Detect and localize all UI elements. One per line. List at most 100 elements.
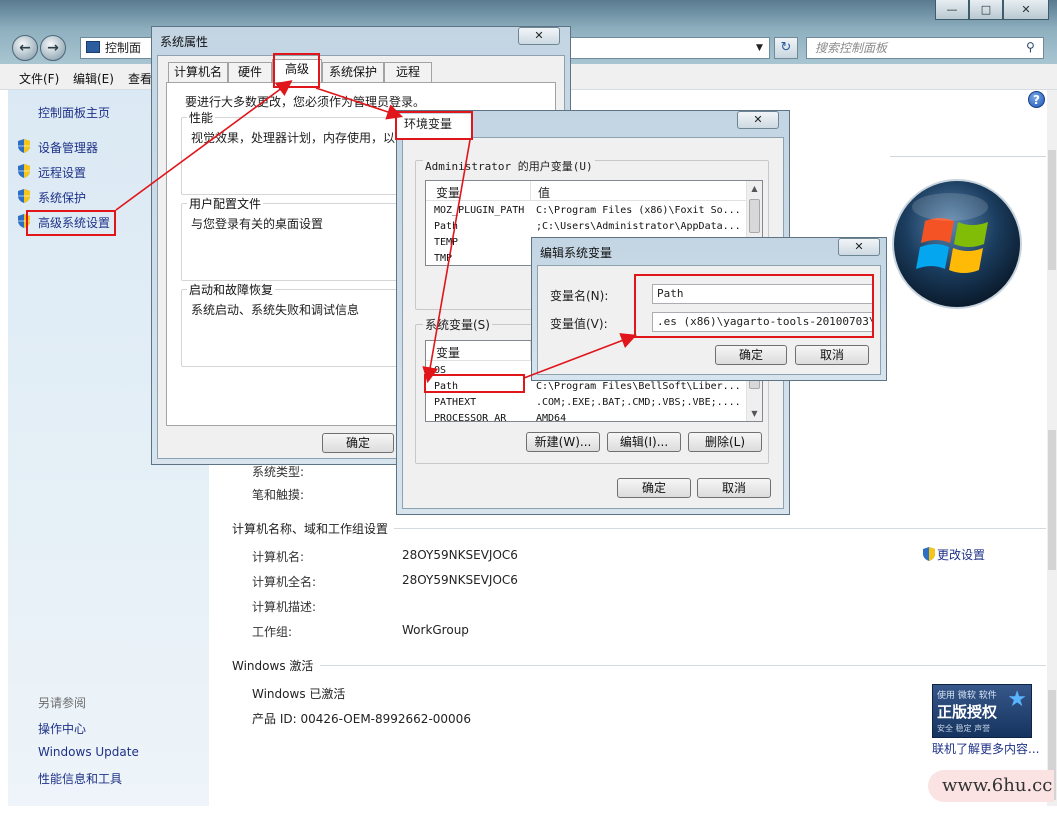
new-button[interactable]: 新建(W)... bbox=[526, 432, 600, 452]
var-name: TEMP bbox=[434, 237, 459, 248]
workgroup-value: WorkGroup bbox=[402, 623, 469, 637]
var-value: C:\Program Files (x86)\Foxit So... bbox=[536, 205, 741, 216]
menu-edit[interactable]: 编辑(E) bbox=[73, 70, 114, 87]
close-button[interactable]: ✕ bbox=[737, 111, 779, 129]
menu-view[interactable]: 查看 bbox=[128, 70, 152, 87]
variable-value-input[interactable]: .es (x86)\yagarto-tools-20100703\bin bbox=[652, 312, 874, 332]
scrollbar-thumb[interactable] bbox=[749, 199, 760, 233]
back-button[interactable]: ← bbox=[12, 35, 38, 61]
workgroup-label: 工作组: bbox=[252, 625, 293, 639]
close-button[interactable]: ✕ bbox=[1003, 0, 1049, 20]
help-icon[interactable]: ? bbox=[1028, 91, 1045, 108]
var-name: OS bbox=[434, 365, 447, 376]
action-center-link[interactable]: 操作中心 bbox=[38, 720, 86, 737]
search-placeholder: 搜索控制面板 bbox=[815, 41, 888, 55]
var-value: C:\Program Files\BellSoft\Liber... bbox=[536, 381, 741, 392]
tab-hardware[interactable]: 硬件 bbox=[228, 62, 272, 82]
genuine-badge-top: 使用 微软 软件 bbox=[937, 691, 997, 701]
dialog-body: 变量名(N): Path 变量值(V): .es (x86)\yagarto-t… bbox=[537, 265, 881, 375]
var-name: Path bbox=[434, 221, 459, 232]
advanced-system-settings-link[interactable]: 高级系统设置 bbox=[38, 214, 110, 231]
list-row[interactable]: PROCESSOR_AR AMD64 bbox=[426, 411, 762, 422]
search-icon[interactable]: ⚲ bbox=[1026, 40, 1035, 54]
forward-button[interactable]: → bbox=[40, 35, 66, 61]
column-value[interactable]: 值 bbox=[538, 184, 550, 201]
var-name: MOZ_PLUGIN_PATH bbox=[434, 205, 525, 216]
close-button[interactable]: ✕ bbox=[518, 27, 560, 45]
computer-description-label: 计算机描述: bbox=[252, 600, 317, 614]
pen-touch-label: 笔和触摸: bbox=[252, 488, 305, 502]
list-row[interactable]: Path C:\Program Files\BellSoft\Liber... bbox=[426, 379, 762, 395]
computer-fullname-label: 计算机全名: bbox=[252, 575, 317, 589]
tab-advanced[interactable]: 高级 bbox=[272, 59, 322, 82]
change-settings-link[interactable]: 更改设置 bbox=[937, 546, 985, 563]
var-name: TMP bbox=[434, 253, 453, 264]
environment-variables-button[interactable]: 环境变量 bbox=[396, 114, 472, 138]
var-name: PATHEXT bbox=[434, 397, 477, 408]
divider bbox=[320, 665, 1046, 666]
learn-more-link[interactable]: 联机了解更多内容... bbox=[932, 740, 1039, 757]
ok-button[interactable]: 确定 bbox=[715, 345, 787, 365]
star-icon: ★ bbox=[1007, 687, 1027, 712]
scrollbar-thumb[interactable] bbox=[1048, 430, 1056, 570]
tab-system-protection[interactable]: 系统保护 bbox=[322, 62, 384, 82]
vertical-scrollbar[interactable] bbox=[1047, 90, 1057, 806]
divider bbox=[394, 528, 1046, 529]
tab-remote[interactable]: 远程 bbox=[384, 62, 432, 82]
shield-icon bbox=[16, 138, 32, 154]
list-row[interactable]: MOZ_PLUGIN_PATH C:\Program Files (x86)\F… bbox=[426, 203, 762, 219]
computer-name-value: 28OY59NKSEVJOC6 bbox=[402, 548, 518, 562]
scroll-up-icon[interactable]: ▲ bbox=[747, 181, 762, 196]
maximize-button[interactable]: □ bbox=[969, 0, 1003, 20]
list-row[interactable]: PATHEXT .COM;.EXE;.BAT;.CMD;.VBS;.VBE;..… bbox=[426, 395, 762, 411]
ok-button[interactable]: 确定 bbox=[322, 433, 394, 453]
computer-section-title: 计算机名称、域和工作组设置 bbox=[232, 522, 389, 536]
column-variable[interactable]: 变量 bbox=[436, 184, 460, 201]
dialog-title: 编辑系统变量 bbox=[540, 246, 613, 260]
dropdown-arrow-icon[interactable]: ▼ bbox=[756, 43, 763, 53]
variable-name-label: 变量名(N): bbox=[550, 289, 609, 303]
dialog-title: 系统属性 bbox=[160, 35, 209, 49]
list-row[interactable]: Path ;C:\Users\Administrator\AppData... bbox=[426, 219, 762, 235]
var-value: .COM;.EXE;.BAT;.CMD;.VBS;.VBE;.... bbox=[536, 397, 741, 408]
close-button[interactable]: ✕ bbox=[838, 238, 880, 256]
cancel-button[interactable]: 取消 bbox=[697, 478, 771, 498]
shield-icon bbox=[16, 213, 32, 229]
ok-button[interactable]: 确定 bbox=[617, 478, 691, 498]
refresh-button[interactable]: ↻ bbox=[774, 37, 798, 59]
user-vars-title: Administrator 的用户变量(U) bbox=[423, 158, 595, 174]
variable-name-input[interactable]: Path bbox=[652, 284, 874, 304]
user-profiles-desc: 与您登录有关的桌面设置 bbox=[191, 217, 324, 231]
var-value: ;C:\Users\Administrator\AppData... bbox=[536, 221, 741, 232]
device-manager-link[interactable]: 设备管理器 bbox=[38, 139, 98, 156]
genuine-badge-sub: 安全 稳定 声誉 bbox=[937, 724, 991, 733]
menu-file[interactable]: 文件(F) bbox=[19, 70, 59, 87]
activation-status: Windows 已激活 bbox=[252, 687, 346, 701]
system-protection-link[interactable]: 系统保护 bbox=[38, 189, 86, 206]
activation-section-title: Windows 激活 bbox=[232, 659, 314, 673]
genuine-badge[interactable]: 使用 微软 软件 正版授权 安全 稳定 声誉 ★ bbox=[932, 684, 1032, 738]
windows-update-link[interactable]: Windows Update bbox=[38, 745, 139, 759]
tab-computer-name[interactable]: 计算机名 bbox=[168, 62, 228, 82]
search-input[interactable]: 搜索控制面板 bbox=[806, 37, 1044, 59]
edit-system-variable-dialog: 编辑系统变量 ✕ 变量名(N): Path 变量值(V): .es (x86)\… bbox=[531, 237, 887, 381]
scroll-down-icon[interactable]: ▼ bbox=[747, 406, 762, 421]
performance-tools-link[interactable]: 性能信息和工具 bbox=[38, 770, 122, 787]
var-value: AMD64 bbox=[536, 413, 567, 422]
control-panel-home-link[interactable]: 控制面板主页 bbox=[38, 104, 110, 121]
remote-settings-link[interactable]: 远程设置 bbox=[38, 164, 86, 181]
delete-button[interactable]: 删除(L) bbox=[688, 432, 762, 452]
system-vars-title: 系统变量(S) bbox=[423, 316, 492, 333]
scrollbar-thumb[interactable] bbox=[1048, 150, 1056, 270]
genuine-badge-main: 正版授权 bbox=[937, 703, 998, 721]
admin-note: 要进行大多数更改，您必须作为管理员登录。 bbox=[185, 95, 426, 109]
see-also-heading: 另请参阅 bbox=[38, 696, 87, 710]
minimize-button[interactable]: — bbox=[935, 0, 969, 20]
performance-desc: 视觉效果，处理器计划，内存使用，以 bbox=[191, 131, 396, 145]
variable-value-label: 变量值(V): bbox=[550, 317, 608, 331]
edit-button[interactable]: 编辑(I)... bbox=[607, 432, 681, 452]
cancel-button[interactable]: 取消 bbox=[795, 345, 869, 365]
column-variable[interactable]: 变量 bbox=[436, 344, 460, 361]
performance-title: 性能 bbox=[187, 109, 216, 126]
window-controls: — □ ✕ bbox=[935, 0, 1049, 20]
